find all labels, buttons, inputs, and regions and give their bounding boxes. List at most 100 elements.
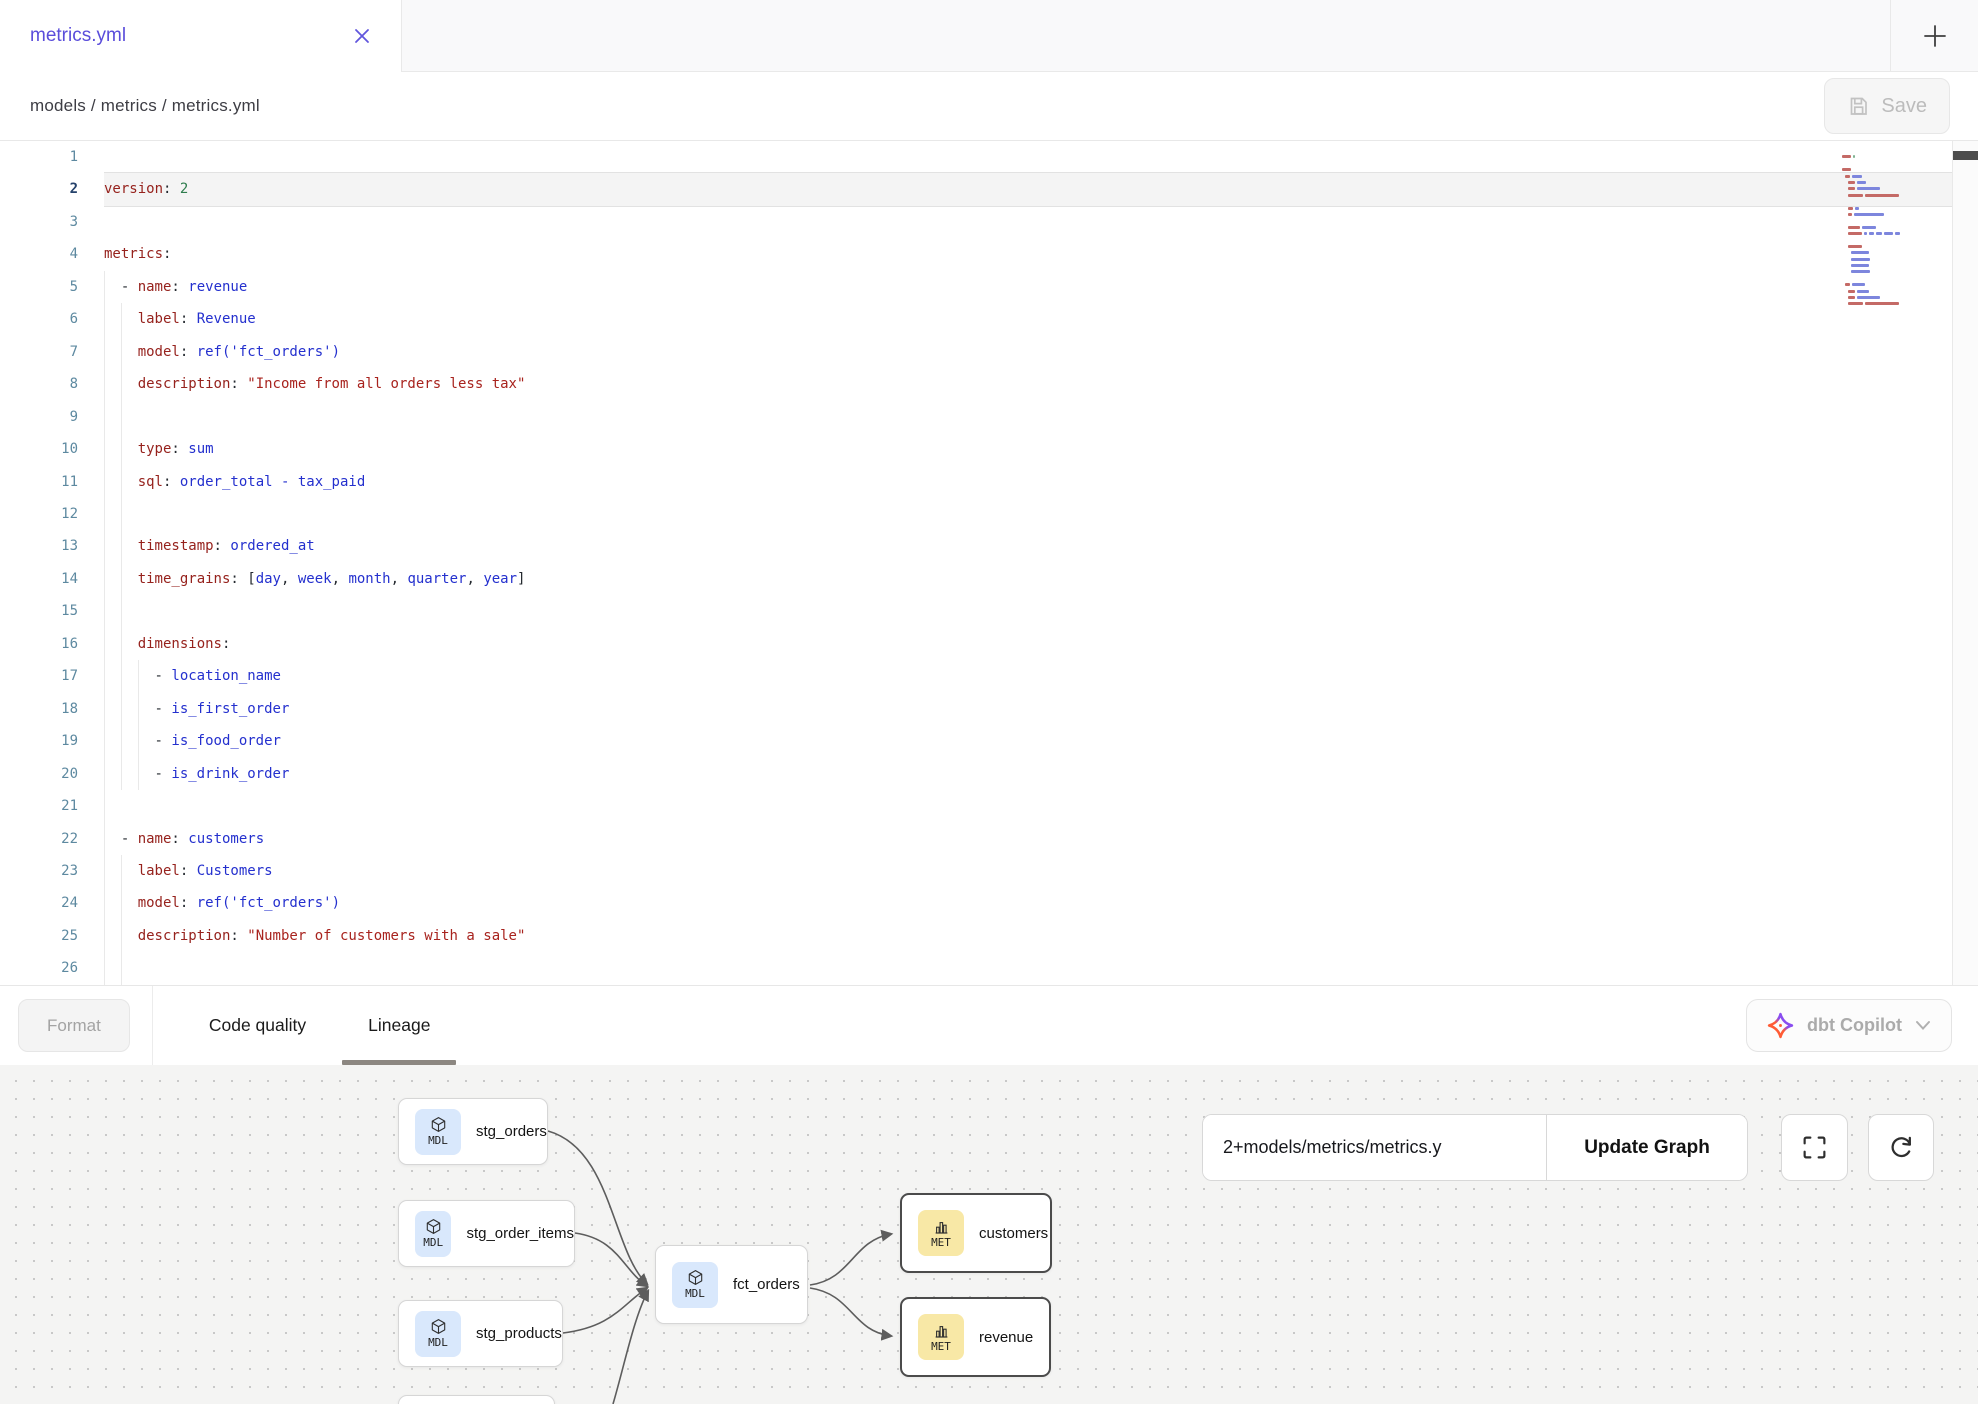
- code-line-9[interactable]: 9: [0, 401, 1978, 433]
- minimap-row: [1842, 277, 1900, 280]
- code-line-11[interactable]: 11sql: order_total - tax_paid: [0, 466, 1978, 498]
- code-editor[interactable]: 12version: 234metrics:5- name: revenue6l…: [0, 141, 1978, 985]
- token-v: is_first_order: [171, 701, 289, 717]
- token-p: :: [180, 895, 197, 911]
- token-p: :: [163, 474, 180, 490]
- code-line-10[interactable]: 10type: sum: [0, 433, 1978, 465]
- line-number: 25: [0, 920, 104, 952]
- dbt-copilot-button[interactable]: dbt Copilot: [1746, 999, 1952, 1052]
- code-line-18[interactable]: 18- is_first_order: [0, 693, 1978, 725]
- breadcrumb-row: models / metrics / metrics.yml Save: [0, 72, 1978, 141]
- minimap-row: [1842, 226, 1900, 229]
- lineage-node-customers[interactable]: METcustomers: [900, 1193, 1052, 1273]
- minimap-row: [1842, 213, 1900, 216]
- lineage-node-stg_orders[interactable]: MDLstg_orders: [398, 1098, 548, 1165]
- token-k: description: [138, 376, 231, 392]
- code-line-16[interactable]: 16dimensions:: [0, 628, 1978, 660]
- code-line-2[interactable]: 2version: 2: [0, 173, 1978, 205]
- lineage-node-stg_products[interactable]: MDLstg_products: [398, 1300, 563, 1367]
- fullscreen-button[interactable]: [1781, 1114, 1848, 1181]
- token-p: :: [163, 246, 171, 262]
- scrollbar-thumb[interactable]: [1953, 151, 1978, 160]
- line-number: 6: [0, 303, 104, 335]
- code-line-23[interactable]: 23label: Customers: [0, 855, 1978, 887]
- code-line-7[interactable]: 7model: ref('fct_orders'): [0, 336, 1978, 368]
- indent-guide: [104, 952, 121, 984]
- save-button[interactable]: Save: [1824, 78, 1950, 134]
- line-number: 17: [0, 660, 104, 692]
- token-p: :: [171, 441, 188, 457]
- code-line-24[interactable]: 24model: ref('fct_orders'): [0, 887, 1978, 919]
- minimap-segment: [1857, 181, 1866, 184]
- minimap-row: [1842, 251, 1900, 254]
- lineage-node-revenue[interactable]: METrevenue: [900, 1297, 1051, 1377]
- editor-lines: 12version: 234metrics:5- name: revenue6l…: [0, 141, 1978, 985]
- code-line-21[interactable]: 21: [0, 790, 1978, 822]
- tab-metrics-yml[interactable]: metrics.yml: [0, 0, 402, 72]
- node-label: stg_order_items: [466, 1225, 574, 1242]
- line-content: label: Customers: [104, 855, 1978, 887]
- metric-chart-icon: [933, 1218, 950, 1235]
- graph-selector-input[interactable]: [1203, 1115, 1546, 1180]
- tab-code-quality[interactable]: Code quality: [209, 986, 306, 1065]
- token-k: name: [138, 279, 172, 295]
- lineage-node-stg_order_items[interactable]: MDLstg_order_items: [398, 1200, 575, 1267]
- editor-minimap[interactable]: [1842, 149, 1900, 315]
- indent-guide: [121, 303, 138, 335]
- refresh-button[interactable]: [1868, 1114, 1934, 1181]
- format-button[interactable]: Format: [18, 999, 130, 1052]
- minimap-row: [1842, 219, 1900, 222]
- minimap-row: [1842, 175, 1900, 178]
- code-line-17[interactable]: 17- location_name: [0, 660, 1978, 692]
- token-k: timestamp: [138, 538, 214, 554]
- code-line-20[interactable]: 20- is_drink_order: [0, 758, 1978, 790]
- code-line-5[interactable]: 5- name: revenue: [0, 271, 1978, 303]
- indent-guide: [104, 433, 121, 465]
- code-line-4[interactable]: 4metrics:: [0, 238, 1978, 270]
- code-line-14[interactable]: 14time_grains: [day, week, month, quarte…: [0, 563, 1978, 595]
- code-line-8[interactable]: 8description: "Income from all orders le…: [0, 368, 1978, 400]
- update-graph-button[interactable]: Update Graph: [1546, 1115, 1747, 1180]
- editor-scrollbar[interactable]: [1952, 141, 1978, 985]
- line-content: - name: customers: [104, 823, 1978, 855]
- indent-guide: [104, 660, 121, 692]
- minimap-segment: [1857, 187, 1880, 190]
- tab-bar-empty-area: [402, 0, 1978, 72]
- token-k: description: [138, 928, 231, 944]
- indent-guide: [104, 303, 121, 335]
- code-line-3[interactable]: 3: [0, 206, 1978, 238]
- code-line-25[interactable]: 25description: "Number of customers with…: [0, 920, 1978, 952]
- minimap-row: [1842, 264, 1900, 267]
- minimap-segment: [1848, 181, 1855, 184]
- token-v: is_food_order: [171, 733, 281, 749]
- node-type-badge: MDL: [415, 1109, 461, 1155]
- code-line-26[interactable]: 26: [0, 952, 1978, 984]
- lineage-node-partial[interactable]: [398, 1395, 555, 1404]
- lineage-node-fct_orders[interactable]: MDLfct_orders: [655, 1245, 808, 1324]
- new-tab-button[interactable]: [1890, 0, 1978, 71]
- tab-lineage[interactable]: Lineage: [368, 986, 430, 1065]
- minimap-row: [1842, 162, 1900, 165]
- code-line-15[interactable]: 15: [0, 595, 1978, 627]
- token-k: model: [138, 895, 180, 911]
- minimap-row: [1842, 296, 1900, 299]
- code-line-22[interactable]: 22- name: customers: [0, 823, 1978, 855]
- breadcrumb[interactable]: models / metrics / metrics.yml: [30, 96, 260, 116]
- minimap-segment: [1853, 155, 1854, 158]
- token-p: -: [121, 279, 138, 295]
- indent-guide: [138, 725, 155, 757]
- close-icon[interactable]: [349, 23, 375, 49]
- line-content: description: "Number of customers with a…: [104, 920, 1978, 952]
- lineage-canvas[interactable]: MDLstg_ordersMDLstg_order_itemsMDLstg_pr…: [0, 1065, 1978, 1404]
- code-line-13[interactable]: 13timestamp: ordered_at: [0, 530, 1978, 562]
- line-number: 3: [0, 206, 104, 238]
- node-type-badge: MDL: [415, 1311, 461, 1357]
- node-type-badge: MET: [918, 1210, 964, 1256]
- model-cube-icon: [687, 1269, 704, 1286]
- line-number: 11: [0, 466, 104, 498]
- code-line-6[interactable]: 6label: Revenue: [0, 303, 1978, 335]
- code-line-1[interactable]: 1: [0, 141, 1978, 173]
- code-line-12[interactable]: 12: [0, 498, 1978, 530]
- code-line-19[interactable]: 19- is_food_order: [0, 725, 1978, 757]
- token-v: sum: [188, 441, 213, 457]
